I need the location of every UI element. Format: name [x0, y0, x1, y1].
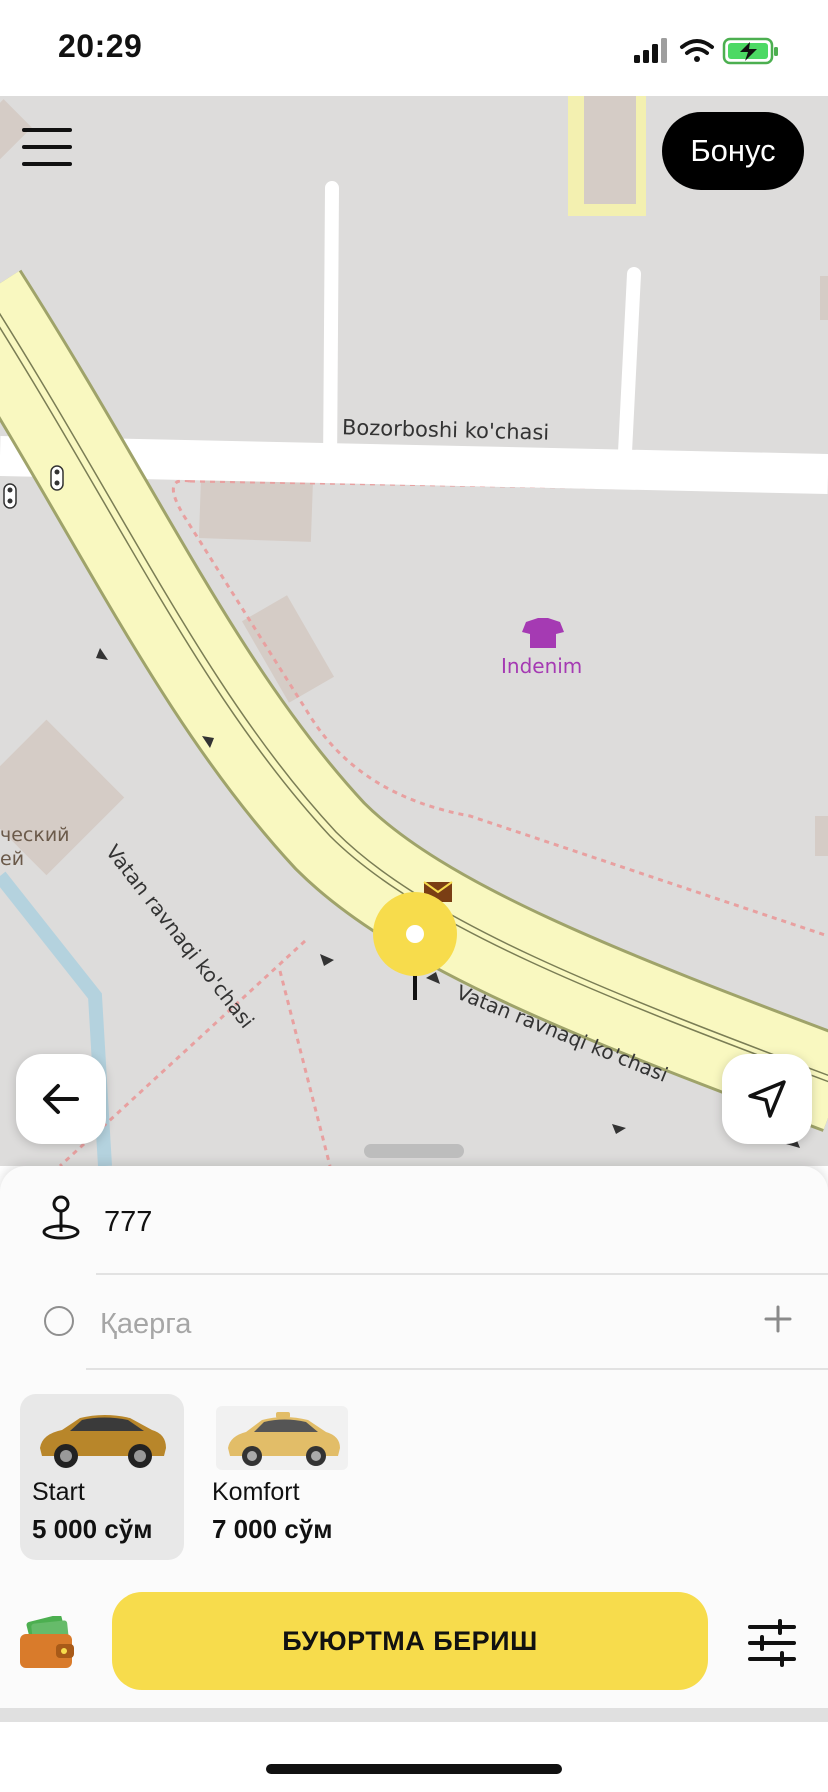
divider [96, 1273, 828, 1275]
destination-radio-icon [44, 1306, 74, 1336]
poi-label-museum-line1: ческий [0, 824, 70, 846]
building [584, 96, 636, 204]
hamburger-menu-icon[interactable] [22, 128, 72, 172]
pickup-value: 777 [104, 1206, 153, 1238]
my-location-button[interactable] [722, 1054, 812, 1144]
poi-label-museum-line2: ей [0, 848, 25, 870]
tariff-price: 5 000 сўм [32, 1514, 153, 1544]
street [617, 267, 641, 479]
building [820, 276, 828, 320]
status-time: 20:29 [58, 28, 143, 64]
wallet-icon[interactable] [18, 1614, 78, 1672]
back-button[interactable] [16, 1054, 106, 1144]
tariff-price: 7 000 сўм [212, 1514, 333, 1544]
car-komfort-image [216, 1406, 348, 1470]
order-button[interactable]: БУЮРТМА БЕРИШ [112, 1592, 708, 1690]
footpath [278, 970, 332, 1166]
filter-sliders-icon[interactable] [746, 1618, 798, 1668]
building [198, 474, 314, 542]
status-bar: 20:29 [0, 0, 828, 96]
bottom-strip [0, 1708, 828, 1722]
back-arrow-icon [43, 1084, 79, 1114]
destination-field[interactable]: Қаерга [0, 1276, 828, 1372]
poi-label-indenim: Indenim [501, 654, 583, 678]
battery-icon [722, 37, 778, 65]
wifi-icon [680, 39, 714, 62]
location-pin-icon [42, 1195, 80, 1240]
destination-placeholder: Қаерга [100, 1308, 192, 1340]
home-indicator[interactable] [266, 1764, 562, 1774]
plus-icon [764, 1305, 792, 1333]
bonus-button[interactable]: Бонус [662, 112, 804, 190]
navigation-arrow-icon [748, 1080, 786, 1118]
divider [86, 1368, 828, 1370]
tariff-start[interactable]: Start 5 000 сўм [20, 1394, 184, 1560]
building [815, 816, 828, 856]
tariff-name: Komfort [212, 1478, 300, 1506]
cellular-signal-icon [634, 38, 667, 63]
status-icons [634, 36, 794, 66]
tariff-name: Start [32, 1478, 85, 1506]
pickup-field[interactable]: 777 [0, 1176, 828, 1272]
sheet-grabber[interactable] [364, 1144, 464, 1158]
clothes-shop-icon [522, 618, 564, 648]
tariff-komfort[interactable]: Komfort 7 000 сўм [200, 1394, 364, 1560]
car-start-image [40, 1415, 166, 1468]
street [323, 181, 339, 475]
add-stop-button[interactable] [764, 1302, 792, 1340]
map-pin-icon [372, 892, 458, 1012]
